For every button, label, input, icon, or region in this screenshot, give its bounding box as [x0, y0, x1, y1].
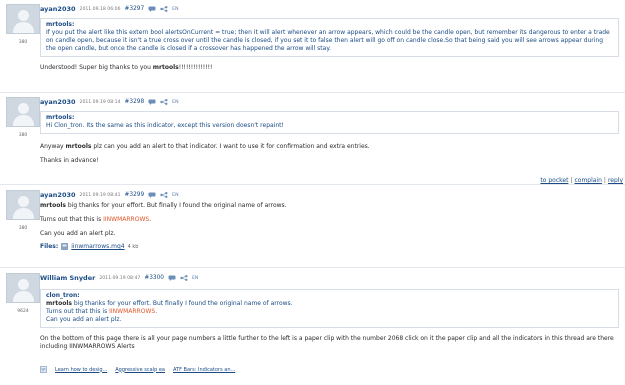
post-body-line2: Turns out that this is IINWMARROWS.	[40, 216, 619, 224]
highlight-iinwmarrows: IINWMARROWS	[103, 216, 150, 224]
post-number-link[interactable]: #3297	[125, 6, 145, 12]
share-icon[interactable]	[160, 192, 168, 198]
post-date: 2011.09.18 06:06	[79, 6, 121, 12]
mention-mrtools: mrtools	[152, 63, 179, 71]
quote-text: Hi Clon_tron. Its the same as this indic…	[46, 121, 284, 129]
post-number-link[interactable]: #3300	[144, 275, 164, 281]
quote-line1: mrtools big thanks for your effort. But …	[46, 300, 613, 308]
body-text: Turns out that this is	[40, 216, 104, 224]
post-body: On the bottom of this page there is all …	[40, 334, 614, 350]
post-content: ayan2030 2011.09.19 08:41 #3299 EN mrtoo…	[40, 190, 619, 250]
avatar[interactable]	[6, 273, 40, 303]
share-icon[interactable]	[160, 99, 168, 105]
quote-author: mrtools:	[46, 21, 75, 28]
quote-block: mrtools: Hi Clon_tron. Its the same as t…	[40, 111, 619, 134]
post-author[interactable]: William Snyder	[40, 274, 95, 282]
language-badge[interactable]: EN	[172, 193, 178, 198]
mention-mrtools: mrtools	[40, 202, 66, 209]
user-rating: 380	[18, 40, 28, 45]
separator: |	[603, 177, 606, 184]
avatar-column: 9624	[6, 273, 40, 314]
language-badge[interactable]: EN	[192, 276, 198, 281]
reply-link[interactable]: reply	[608, 177, 623, 184]
files-label: Files:	[40, 243, 59, 251]
post-meta: William Snyder 2011.09.19 08:47 #3300 EN	[40, 273, 619, 283]
post-author[interactable]: ayan2030	[40, 191, 76, 199]
quote-text: big thanks for your effort. But finally …	[71, 299, 293, 307]
post-author[interactable]: ayan2030	[40, 5, 76, 13]
avatar[interactable]	[6, 4, 40, 34]
avatar-column: 380	[6, 97, 40, 138]
complain-link[interactable]: complain	[574, 177, 601, 184]
user-rating: 380	[18, 133, 28, 138]
highlight-iinwmarrows: IINWMARROWS	[109, 307, 156, 315]
comment-icon[interactable]	[148, 6, 156, 12]
post-content: William Snyder 2011.09.19 08:47 #3300 EN…	[40, 273, 619, 351]
body-text: Anyway	[40, 142, 66, 150]
post-body-line3: Can you add an alert plz.	[40, 230, 116, 238]
post-meta: ayan2030 2011.09.19 08:14 #3298 EN	[40, 97, 619, 107]
body-text-end: .	[149, 216, 152, 224]
comment-icon[interactable]	[148, 99, 156, 105]
to-pocket-link[interactable]: to pocket	[540, 177, 568, 184]
quote-author: clon_tron:	[46, 292, 80, 299]
comment-icon[interactable]	[168, 275, 176, 281]
post-number-link[interactable]: #3298	[125, 99, 145, 105]
post-body: Anyway mrtools plz can you add an alert …	[40, 143, 619, 151]
mention-mrtools: mrtools	[65, 142, 92, 150]
related-link-1[interactable]: Learn how to desig...	[55, 367, 107, 373]
avatar[interactable]	[6, 97, 40, 127]
user-rating: 380	[18, 226, 28, 231]
user-rating: 9624	[17, 309, 29, 314]
body-text: big thanks for your effort. But finally …	[65, 202, 287, 209]
post-date: 2011.09.19 08:47	[99, 275, 141, 281]
share-icon[interactable]	[160, 6, 168, 12]
quote-text-end: .	[155, 307, 158, 315]
comment-icon[interactable]	[148, 192, 156, 198]
quote-text: If you put the alert like this extern bo…	[46, 28, 610, 52]
related-links: Learn how to desig... Aggressive scalp e…	[40, 366, 235, 373]
post-content: ayan2030 2011.09.18 06:06 #3297 EN mrtoo…	[40, 4, 619, 72]
post-author[interactable]: ayan2030	[40, 98, 76, 106]
post-meta: ayan2030 2011.09.19 08:41 #3299 EN	[40, 190, 619, 200]
post-3297: 380 ayan2030 2011.09.18 06:06 #3297 EN m…	[0, 0, 625, 93]
post-meta: ayan2030 2011.09.18 06:06 #3297 EN	[40, 4, 619, 14]
file-size: 4 kb	[127, 243, 139, 250]
language-badge[interactable]: EN	[172, 100, 178, 105]
post-3298: 380 ayan2030 2011.09.19 08:14 #3298 EN m…	[0, 93, 625, 185]
document-icon	[40, 366, 47, 373]
quote-block: mrtools: If you put the alert like this …	[40, 18, 619, 57]
avatar-column: 380	[6, 190, 40, 231]
post-actions: to pocket | complain | reply	[540, 177, 623, 184]
post-3299: 380 ayan2030 2011.09.19 08:41 #3299 EN m…	[0, 186, 625, 268]
attached-files: Files: iinwmarrows.mq4 4 kb	[40, 243, 619, 250]
post-number-link[interactable]: #3299	[125, 192, 145, 198]
body-text-end: plz can you add an alert to that indicat…	[91, 142, 370, 150]
post-date: 2011.09.19 08:14	[79, 99, 121, 105]
language-badge[interactable]: EN	[172, 7, 178, 12]
post-body: Understood! Super big thanks to you mrto…	[40, 64, 619, 72]
post-3300: 9624 William Snyder 2011.09.19 08:47 #33…	[0, 269, 625, 361]
avatar[interactable]	[6, 190, 40, 220]
avatar-column: 380	[6, 4, 40, 45]
file-link[interactable]: iinwmarrows.mq4	[71, 243, 124, 250]
file-icon	[61, 243, 69, 251]
related-link-2[interactable]: Aggressive scalp ea	[115, 367, 165, 373]
body-text: Understood! Super big thanks to you	[40, 63, 153, 71]
mention-mrtools: mrtools	[46, 299, 72, 307]
body-text-end: !!!!!!!!!!!!!!	[178, 63, 213, 71]
quote-block: clon_tron: mrtools big thanks for your e…	[40, 289, 619, 328]
separator: |	[570, 177, 573, 184]
quote-line3: Can you add an alert plz.	[46, 315, 122, 323]
post-date: 2011.09.19 08:41	[79, 192, 121, 198]
quote-author: mrtools:	[46, 114, 75, 121]
related-link-3[interactable]: ATF Bars: Indicators an...	[173, 367, 235, 373]
post-body-thanks: Thanks in advance!	[40, 156, 99, 164]
post-body-line1: mrtools big thanks for your effort. But …	[40, 202, 619, 210]
quote-text: Turns out that this is	[46, 307, 110, 315]
share-icon[interactable]	[180, 275, 188, 281]
post-content: ayan2030 2011.09.19 08:14 #3298 EN mrtoo…	[40, 97, 619, 165]
quote-line2: Turns out that this is IINWMARROWS.	[46, 308, 613, 316]
